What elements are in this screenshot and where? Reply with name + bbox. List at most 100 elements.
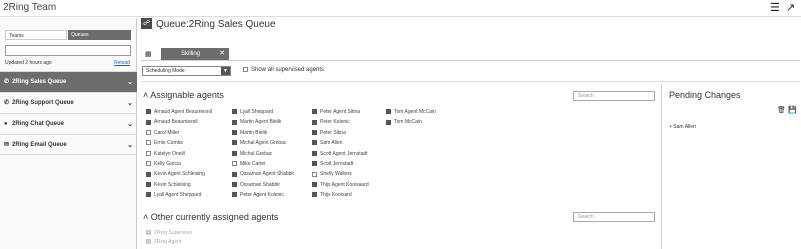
checkbox[interactable] — [146, 161, 151, 167]
agent-item[interactable]: Thijs Kooisard — [312, 192, 352, 198]
agent-item[interactable]: Katelyn Oneill — [146, 151, 185, 157]
agent-item[interactable]: Lyall Agent Sheppard — [146, 192, 201, 198]
agent-item[interactable]: Kevin Agent Schleising — [146, 171, 205, 177]
updated-label: Updated 2 hours ago — [5, 60, 52, 66]
agent-item[interactable]: Peter Kolenic — [312, 119, 350, 125]
queue-item-sales[interactable]: ✆ 2Ring Sales Queue ⌄ — [0, 71, 137, 92]
assignable-search-input[interactable]: Search — [573, 91, 655, 101]
agent-item[interactable]: Ossaman Agent Shabbir — [232, 171, 294, 177]
checkbox[interactable] — [312, 171, 317, 177]
other-heading[interactable]: ˄ Other currently assigned agents — [143, 212, 278, 222]
top-bar: 2Ring Team ☰ ↗ — [0, 0, 801, 17]
checkbox[interactable] — [312, 161, 317, 167]
agent-item[interactable]: Sam Allen — [312, 140, 343, 146]
chevron-down-icon: ⌄ — [127, 142, 133, 149]
checkbox[interactable] — [312, 140, 317, 146]
checkbox[interactable] — [386, 109, 391, 115]
tab-divider — [141, 60, 800, 61]
trash-icon[interactable]: 🗑 — [777, 106, 786, 114]
agent-item[interactable]: Martin Agent Bielik — [232, 119, 281, 125]
agent-name: Scott Agent Jernstadt — [320, 150, 368, 157]
other-search-input[interactable]: Search — [573, 212, 655, 222]
agent-item[interactable]: Scott Agent Jernstadt — [312, 151, 368, 157]
agent-item[interactable]: Peter Agent Kolenic — [232, 192, 284, 198]
menu-icon[interactable]: ☰ — [770, 2, 780, 14]
checkbox[interactable] — [146, 171, 151, 177]
checkbox[interactable] — [146, 239, 151, 245]
checkbox[interactable] — [232, 129, 237, 135]
popout-icon[interactable]: ↗ — [786, 2, 795, 14]
checkbox[interactable] — [232, 109, 237, 115]
queues-tab[interactable]: Queues — [68, 30, 131, 40]
checkbox[interactable] — [146, 119, 151, 125]
agent-item[interactable]: Martin Bielik — [232, 130, 267, 136]
grid-icon[interactable]: ▦ — [145, 50, 152, 58]
queue-label: 2Ring Support Queue — [12, 100, 74, 106]
checkbox[interactable] — [146, 181, 151, 187]
queue-item-chat[interactable]: ● 2Ring Chat Queue ⌄ — [0, 113, 137, 134]
agent-item[interactable]: Ernie Combs — [146, 140, 183, 146]
agent-item[interactable]: Michal Grebac — [232, 151, 272, 157]
agent-item[interactable]: Tom Agent McCain — [386, 109, 436, 115]
checkbox[interactable] — [312, 192, 317, 198]
checkbox[interactable] — [243, 67, 248, 72]
queue-item-support[interactable]: ✆ 2Ring Support Queue ⌄ — [0, 92, 137, 113]
checkbox[interactable] — [312, 181, 317, 187]
assignable-title: Assignable agents — [150, 90, 224, 100]
agent-item[interactable]: Tom McCain — [386, 119, 422, 125]
chevron-down-icon: ⌄ — [127, 100, 133, 107]
checkbox[interactable] — [312, 150, 317, 156]
checkbox[interactable] — [312, 109, 317, 115]
chevron-up-icon: ˄ — [143, 90, 149, 100]
agent-item[interactable]: Lyall Sheppard — [232, 109, 273, 115]
chevron-down-icon: ⌄ — [127, 121, 133, 128]
agent-item[interactable]: Scott Jernstadt — [312, 161, 353, 167]
agent-item[interactable]: Thijs Agent Kooisaard — [312, 182, 369, 188]
checkbox[interactable] — [232, 192, 237, 198]
checkbox[interactable] — [146, 192, 151, 198]
agent-item[interactable]: Mike Carter — [232, 161, 266, 167]
agent-item[interactable]: Ossaman Shabbir — [232, 182, 280, 188]
assignable-heading[interactable]: ˄ Assignable agents — [143, 90, 224, 100]
show-supervised-toggle[interactable]: Show all supervised agents — [243, 67, 324, 73]
checkbox[interactable] — [146, 109, 151, 115]
other-agent-item[interactable]: 2Ring Supervisor — [146, 230, 192, 236]
mode-select[interactable]: Scheduling Mode ▼ — [142, 66, 231, 76]
agent-name: Ossaman Shabbir — [240, 181, 281, 188]
checkbox[interactable] — [386, 119, 391, 125]
agent-item[interactable]: Arnaud Beaumesnil — [146, 119, 198, 125]
checkbox[interactable] — [232, 140, 237, 146]
reload-link[interactable]: Reload — [114, 60, 130, 66]
agent-item[interactable]: Peter Sitina — [312, 130, 346, 136]
agent-item[interactable]: Arnaud Agent Beaumesnil — [146, 109, 212, 115]
tab-skilling[interactable]: Skilling ✕ — [161, 48, 229, 60]
left-panel: Teams Queues Updated 2 hours ago Reload … — [0, 18, 137, 249]
checkbox[interactable] — [312, 129, 317, 135]
checkbox[interactable] — [232, 171, 237, 177]
checkbox[interactable] — [312, 119, 317, 125]
queue-item-email[interactable]: ✉ 2Ring Email Queue ⌄ — [0, 134, 137, 155]
other-agent-item[interactable]: 2Ring Agent — [146, 239, 181, 245]
checkbox[interactable] — [146, 129, 151, 135]
agent-name: 2Ring Agent — [154, 239, 182, 245]
agent-item[interactable]: Kelly Garcia — [146, 161, 181, 167]
checkbox[interactable] — [232, 161, 237, 167]
checkbox[interactable] — [146, 140, 151, 146]
agent-item[interactable]: Carol Miller — [146, 130, 179, 136]
checkbox[interactable] — [232, 119, 237, 125]
close-icon[interactable]: ✕ — [219, 48, 225, 60]
checkbox[interactable] — [146, 230, 151, 236]
agent-item[interactable]: Shelly Walters — [312, 171, 352, 177]
agent-name: Thijs Kooisard — [320, 192, 352, 199]
save-icon[interactable]: 💾 — [788, 106, 797, 114]
left-search-input[interactable] — [5, 45, 131, 56]
checkbox[interactable] — [232, 150, 237, 156]
checkbox[interactable] — [232, 181, 237, 187]
teams-tab[interactable]: Teams — [5, 30, 67, 40]
agent-name: Lyall Agent Sheppard — [154, 192, 202, 199]
pending-item: + Sam Allen — [669, 124, 696, 130]
agent-item[interactable]: Peter Agent Sitina — [312, 109, 360, 115]
agent-item[interactable]: Kevin Schleising — [146, 182, 191, 188]
checkbox[interactable] — [146, 150, 151, 156]
agent-item[interactable]: Michal Agent Grebac — [232, 140, 286, 146]
